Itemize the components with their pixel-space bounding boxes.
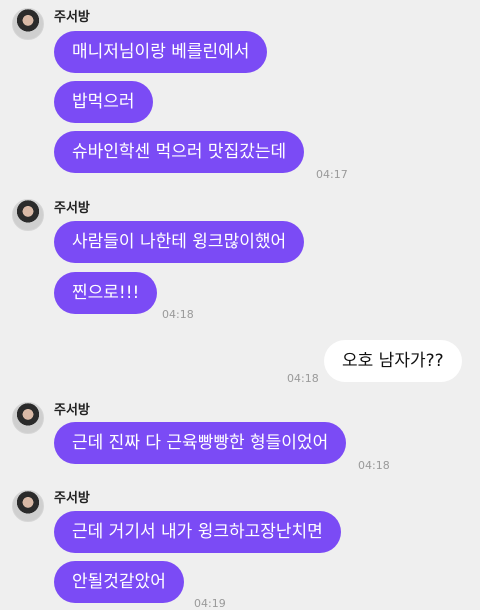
message-bubble[interactable]: 찐으로!!!	[54, 272, 158, 314]
sender-name: 주서방	[54, 403, 90, 418]
avatar[interactable]	[12, 8, 44, 40]
message-timestamp: 04:18	[287, 372, 319, 385]
message-timestamp: 04:18	[358, 459, 390, 472]
message-timestamp: 04:18	[162, 308, 194, 321]
sender-name: 주서방	[54, 201, 90, 216]
avatar[interactable]	[12, 199, 44, 231]
avatar[interactable]	[12, 402, 44, 434]
message-bubble-outgoing[interactable]: 오호 남자가??	[324, 340, 462, 382]
message-bubble[interactable]: 밥먹으러	[54, 81, 153, 123]
sender-name: 주서방	[54, 491, 90, 506]
sender-name: 주서방	[54, 10, 90, 25]
message-bubble[interactable]: 사람들이 나한테 윙크많이했어	[54, 221, 305, 263]
message-bubble[interactable]: 슈바인학센 먹으러 맛집갔는데	[54, 131, 305, 173]
message-timestamp: 04:17	[316, 168, 348, 181]
message-bubble[interactable]: 근데 진짜 다 근육빵빵한 형들이었어	[54, 422, 347, 464]
message-timestamp: 04:19	[194, 597, 226, 610]
message-bubble[interactable]: 안될것같았어	[54, 561, 184, 603]
avatar[interactable]	[12, 490, 44, 522]
message-bubble[interactable]: 매니저님이랑 베를린에서	[54, 31, 268, 73]
message-bubble[interactable]: 근데 거기서 내가 윙크하고장난치면	[54, 511, 341, 553]
